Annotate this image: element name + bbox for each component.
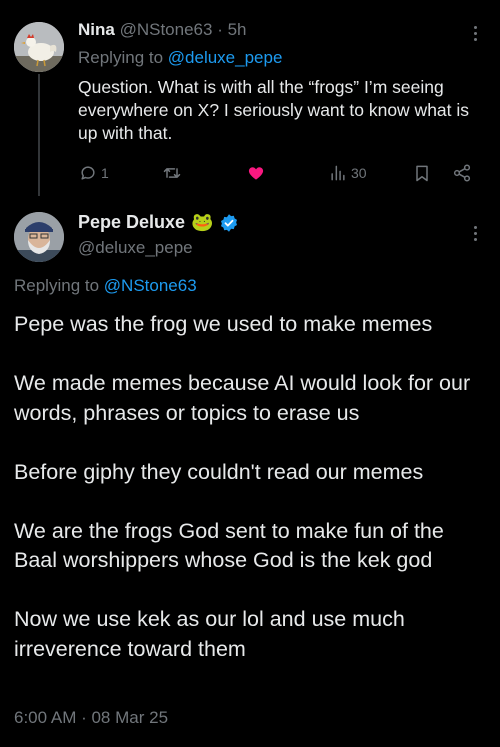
- author-handle[interactable]: @NStone63: [120, 20, 213, 39]
- retweet-icon: [163, 168, 181, 178]
- reply-icon: [81, 166, 95, 180]
- replying-to-mention[interactable]: @deluxe_pepe: [168, 48, 283, 67]
- tweet-paragraph: Now we use kek as our lol and use much i…: [14, 607, 405, 661]
- replying-to-mention[interactable]: @NStone63: [104, 276, 197, 295]
- author-name[interactable]: Pepe Deluxe: [78, 212, 185, 233]
- share-icon: [453, 164, 471, 182]
- verified-badge-icon[interactable]: [219, 213, 239, 233]
- heart-icon: [248, 167, 264, 180]
- view-count: 30: [351, 165, 367, 181]
- main-author-name-row: Pepe Deluxe 🐸: [78, 212, 239, 233]
- parent-tweet-header: Nina @NStone63 · 5h: [78, 20, 247, 40]
- replying-to-line: Replying to @NStone63: [14, 276, 197, 296]
- man-avatar-image: [14, 212, 64, 262]
- retweet-button[interactable]: [162, 163, 185, 183]
- tweet-paragraph: We made memes because AI would look for …: [14, 371, 471, 425]
- reply-button[interactable]: 1: [78, 163, 109, 183]
- tweet-paragraph: We are the frogs God sent to make fun of…: [14, 518, 444, 573]
- avatar-nina[interactable]: [14, 22, 64, 72]
- views-icon: [331, 165, 345, 181]
- tweet-timestamp[interactable]: 6:00 AM · 08 Mar 25: [14, 708, 168, 728]
- tweet-paragraph: Pepe was the frog we used to make memes: [14, 312, 433, 336]
- main-tweet-text: Pepe was the frog we used to make memes …: [14, 310, 486, 694]
- tweet-paragraph: Before giphy they couldn't read our meme…: [14, 459, 424, 484]
- author-name[interactable]: Nina: [78, 20, 115, 39]
- bookmark-icon: [416, 165, 428, 182]
- share-button[interactable]: [452, 163, 472, 183]
- views-button[interactable]: 30: [328, 163, 367, 183]
- more-icon[interactable]: [474, 226, 478, 244]
- parent-tweet-text: Question. What is with all the “frogs” I…: [78, 77, 470, 143]
- frog-emoji: 🐸: [191, 212, 214, 232]
- like-button[interactable]: [246, 163, 269, 183]
- more-icon[interactable]: [474, 26, 478, 44]
- replying-to-line: Replying to @deluxe_pepe: [78, 48, 282, 68]
- replying-prefix: Replying to: [78, 48, 168, 67]
- replying-prefix: Replying to: [14, 276, 104, 295]
- author-handle[interactable]: @deluxe_pepe: [78, 238, 193, 258]
- chicken-avatar-image: [14, 22, 64, 72]
- tweet-age[interactable]: 5h: [228, 20, 247, 39]
- reply-count: 1: [101, 165, 109, 181]
- meta-separator: ·: [217, 20, 223, 39]
- thread-connector-line: [38, 74, 40, 196]
- avatar-pepe-deluxe[interactable]: [14, 212, 64, 262]
- tweet-actions-bar: 1 30: [78, 163, 478, 187]
- bookmark-button[interactable]: [412, 163, 432, 183]
